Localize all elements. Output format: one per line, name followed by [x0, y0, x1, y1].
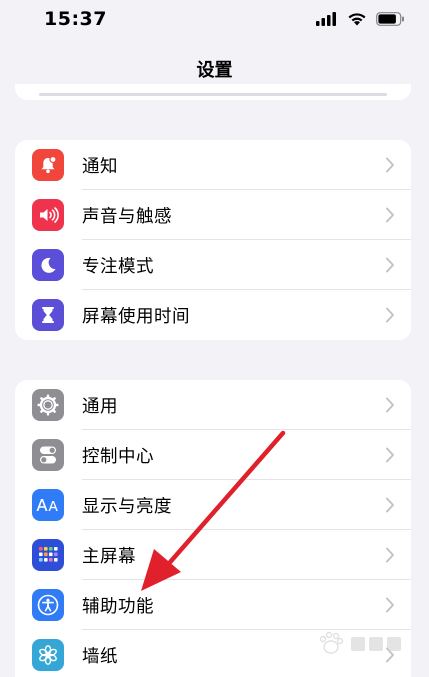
settings-row-screen-time[interactable]: 屏幕使用时间 [15, 290, 411, 340]
previous-group-edge [15, 84, 411, 100]
settings-row-label: 辅助功能 [82, 597, 154, 617]
text-size-aa-icon [32, 489, 64, 521]
status-icons [316, 11, 405, 27]
chevron-right-icon [386, 447, 394, 463]
settings-row-label: 控制中心 [82, 447, 154, 467]
moon-icon [32, 249, 64, 281]
settings-row-display-brightness[interactable]: 显示与亮度 [15, 480, 411, 530]
settings-row-label: 显示与亮度 [82, 497, 172, 517]
settings-row-label: 屏幕使用时间 [82, 307, 190, 327]
settings-row-focus[interactable]: 专注模式 [15, 240, 411, 290]
settings-row-label: 通知 [82, 157, 118, 177]
home-screen-grid-icon [32, 539, 64, 571]
settings-row-control-center[interactable]: 控制中心 [15, 430, 411, 480]
chevron-right-icon [386, 547, 394, 563]
chevron-right-icon [386, 157, 394, 173]
settings-row-accessibility[interactable]: 辅助功能 [15, 580, 411, 630]
settings-row-home-screen[interactable]: 主屏幕 [15, 530, 411, 580]
settings-row-label: 主屏幕 [82, 547, 136, 567]
settings-row-label: 墙纸 [82, 647, 118, 667]
watermark-logo [319, 631, 401, 654]
chevron-right-icon [386, 257, 394, 273]
status-bar: 15:37 [0, 0, 429, 40]
signal-icon [316, 12, 336, 26]
toggle-switches-icon [32, 439, 64, 471]
battery-icon [376, 12, 404, 26]
chevron-right-icon [386, 207, 394, 223]
gear-icon [32, 389, 64, 421]
settings-group-1: 通知 声音与触感 专注模式 屏幕使用时间 [15, 140, 411, 340]
chevron-right-icon [386, 397, 394, 413]
settings-row-notifications[interactable]: 通知 [15, 140, 411, 190]
wifi-icon [348, 13, 366, 26]
hourglass-icon [32, 299, 64, 331]
settings-row-sounds[interactable]: 声音与触感 [15, 190, 411, 240]
chevron-right-icon [386, 597, 394, 613]
settings-row-label: 专注模式 [82, 257, 154, 277]
chevron-right-icon [386, 307, 394, 323]
accessibility-person-icon [32, 589, 64, 621]
settings-row-general[interactable]: 通用 [15, 380, 411, 430]
settings-row-label: 通用 [82, 397, 118, 417]
chevron-right-icon [386, 497, 394, 513]
page-title: 设置 [196, 60, 233, 81]
notification-bell-icon [32, 149, 64, 181]
settings-row-label: 声音与触感 [82, 207, 172, 227]
flower-wallpaper-icon [32, 639, 64, 671]
status-time: 15:37 [44, 8, 107, 30]
speaker-icon [32, 199, 64, 231]
